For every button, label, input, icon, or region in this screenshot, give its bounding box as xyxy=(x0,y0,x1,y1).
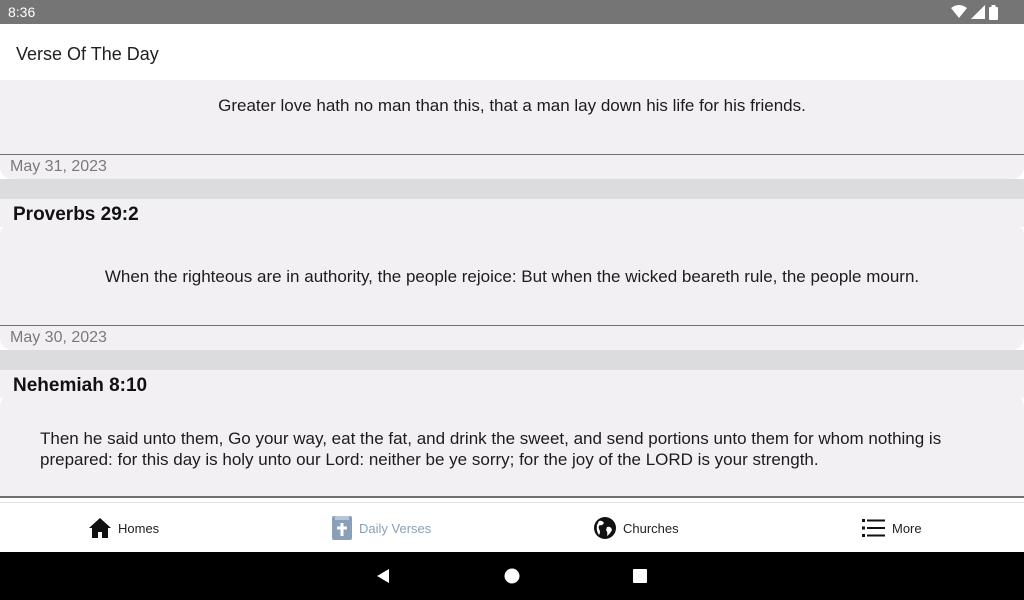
verse-date: May 30, 2023 xyxy=(10,329,107,346)
date-strip: May 31, 2023 xyxy=(0,155,1024,179)
system-navigation-bar xyxy=(0,552,1024,600)
status-time: 8:36 xyxy=(8,4,36,20)
verse-card-body: When the righteous are in authority, the… xyxy=(0,225,1024,327)
nav-item-label: Daily Verses xyxy=(359,520,432,536)
status-bar: 8:36 xyxy=(0,0,1024,24)
date-strip: May 30, 2023 xyxy=(0,326,1024,350)
home-button[interactable] xyxy=(502,566,522,586)
verse-date: May 31, 2023 xyxy=(10,158,107,175)
card-separator xyxy=(0,350,1024,370)
nav-item-label: Churches xyxy=(623,520,679,536)
verse-list[interactable]: Greater love hath no man than this, that… xyxy=(0,80,1024,502)
bottom-navigation: Homes Daily Verses Churches More xyxy=(0,502,1024,552)
list-icon xyxy=(862,519,885,537)
nav-item-churches[interactable]: Churches xyxy=(593,503,679,553)
back-icon xyxy=(377,569,389,583)
verse-reference-bar: Proverbs 29:2 xyxy=(0,199,1024,227)
card-separator xyxy=(0,179,1024,199)
verse-text: Greater love hath no man than this, that… xyxy=(218,96,806,115)
globe-icon xyxy=(594,517,616,539)
page-title: Verse Of The Day xyxy=(16,44,159,64)
verse-reference: Nehemiah 8:10 xyxy=(13,375,148,396)
verse-card-body: Greater love hath no man than this, that… xyxy=(0,80,1024,156)
battery-icon xyxy=(989,4,998,20)
verse-text: When the righteous are in authority, the… xyxy=(104,267,920,286)
nav-item-more[interactable]: More xyxy=(862,503,922,553)
nav-item-daily-verses[interactable]: Daily Verses xyxy=(331,503,431,553)
signal-icon xyxy=(971,5,985,19)
verse-reference-bar: Nehemiah 8:10 xyxy=(0,370,1024,398)
recents-icon xyxy=(633,569,647,583)
back-button[interactable] xyxy=(373,566,393,586)
nav-item-label: More xyxy=(892,520,922,536)
bible-icon xyxy=(332,516,352,540)
nav-item-label: Homes xyxy=(118,520,160,536)
app-bar: Verse Of The Day xyxy=(0,24,1024,80)
home-circle-icon xyxy=(504,568,520,584)
recents-button[interactable] xyxy=(630,566,650,586)
verse-reference: Proverbs 29:2 xyxy=(13,204,139,225)
status-icons xyxy=(951,4,998,20)
verse-text: Then he said unto them, Go your way, eat… xyxy=(40,429,942,469)
wifi-icon xyxy=(951,5,967,18)
verse-card-body: Then he said unto them, Go your way, eat… xyxy=(0,396,1024,498)
nav-item-homes[interactable]: Homes xyxy=(88,503,159,553)
home-icon xyxy=(89,518,111,538)
